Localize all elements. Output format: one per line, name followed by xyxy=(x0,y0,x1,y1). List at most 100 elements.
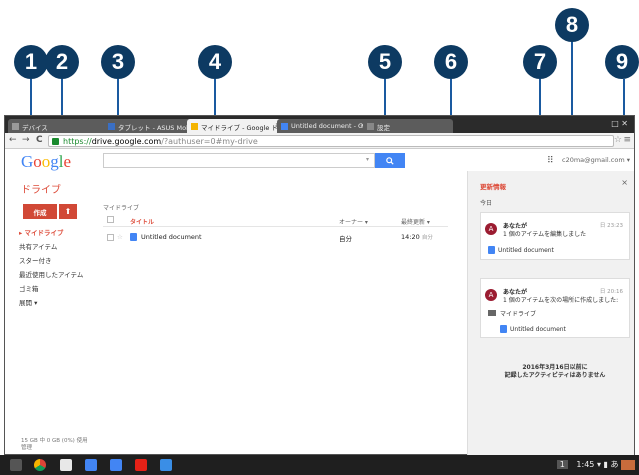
browser-window: デバイス × タブレット - ASUS Mobi × マイドライブ - Goog… xyxy=(4,115,635,455)
url-scheme: https:// xyxy=(63,137,92,146)
sidebar-item-recent[interactable]: 最近使用したアイテム xyxy=(15,268,105,282)
youtube-icon[interactable] xyxy=(135,459,147,471)
file-owner: 自分 xyxy=(339,235,352,243)
storage-usage: 15 GB 中 0 GB (0%) 使用 xyxy=(21,438,88,444)
callout-8: 8 xyxy=(555,8,589,42)
callout-3: 3 xyxy=(101,45,135,79)
document-icon xyxy=(130,233,137,241)
column-owner[interactable]: オーナー ▾ xyxy=(339,217,368,226)
tab-my-drive[interactable]: マイドライブ - Google ド × xyxy=(187,119,284,133)
system-tray[interactable]: 1 1:45 ▾ ▮ あ xyxy=(556,459,635,470)
storage-manage-link[interactable]: 管理 xyxy=(21,445,88,452)
callout-7: 7 xyxy=(523,45,557,79)
breadcrumb[interactable]: マイドライブ xyxy=(103,203,139,212)
callout-2: 2 xyxy=(45,45,79,79)
back-icon[interactable]: ← xyxy=(9,135,17,145)
callout-1: 1 xyxy=(14,45,48,79)
avatar: A xyxy=(485,289,497,301)
activity-file[interactable]: Untitled document xyxy=(498,247,554,254)
google-logo: Google xyxy=(21,152,72,171)
column-title[interactable]: タイトル xyxy=(130,217,154,226)
activity-folder[interactable]: マイドライブ xyxy=(500,309,536,318)
close-icon[interactable]: × xyxy=(621,178,628,187)
tab-settings[interactable]: 設定 xyxy=(363,119,453,133)
sidebar-item-more[interactable]: 展開 ▾ xyxy=(15,296,105,310)
docs-icon[interactable] xyxy=(110,459,122,471)
apps-grid-icon[interactable]: ⠿ xyxy=(547,156,554,166)
avatar: A xyxy=(485,223,497,235)
select-all-checkbox[interactable] xyxy=(107,216,114,223)
tab-label: 設定 xyxy=(377,124,390,132)
browser-toolbar: ← → C https://drive.google.com/?authuser… xyxy=(5,133,634,149)
window-controls[interactable]: □ ✕ xyxy=(611,119,628,128)
clock: 1:45 xyxy=(576,460,595,469)
folder-icon xyxy=(488,310,496,316)
taskbar: 1 1:45 ▾ ▮ あ xyxy=(0,455,639,475)
sidebar-item-my-drive[interactable]: ▸ マイドライブ xyxy=(15,226,105,240)
asus-tab-icon xyxy=(108,123,115,130)
url-host: drive.google.com xyxy=(91,137,162,146)
browser-menu-icon[interactable]: ≡ xyxy=(623,135,631,145)
star-icon[interactable]: ☆ xyxy=(117,233,123,241)
activity-time: 日 20:16 xyxy=(599,289,623,295)
upload-button[interactable]: ⬆ xyxy=(59,204,77,219)
panel-title: 更新情報 xyxy=(480,183,506,191)
column-modified[interactable]: 最終更新 ▾ xyxy=(401,217,430,226)
address-bar[interactable]: https://drive.google.com/?authuser=0#my-… xyxy=(48,135,614,147)
sidebar-item-trash[interactable]: ゴミ箱 xyxy=(15,282,105,296)
files-icon[interactable] xyxy=(160,459,172,471)
callout-4: 4 xyxy=(198,45,232,79)
activity-card[interactable]: A あなたが 1 個のアイテムを次の場所に作成しました: 日 20:16 マイド… xyxy=(480,278,630,338)
file-modified-by: 自分 xyxy=(421,235,433,241)
notification-badge[interactable]: 1 xyxy=(556,460,568,469)
activity-action: 1 個のアイテムを次の場所に作成しました: xyxy=(503,297,619,304)
bookmark-star-icon[interactable]: ☆ xyxy=(614,135,622,145)
drive-title: ドライブ xyxy=(21,185,61,196)
forward-icon[interactable]: → xyxy=(22,135,30,145)
tab-label: マイドライブ - Google ド xyxy=(201,124,278,132)
callout-6: 6 xyxy=(434,45,468,79)
url-path: /?authuser=0#my-drive xyxy=(161,137,258,146)
gmail-icon[interactable] xyxy=(60,459,72,471)
create-button[interactable]: 作成 xyxy=(23,204,57,219)
search-button[interactable] xyxy=(375,153,405,168)
activity-file[interactable]: Untitled document xyxy=(510,326,566,333)
tab-label: タブレット - ASUS Mobi xyxy=(118,124,193,132)
sidebar-item-starred[interactable]: スター付き xyxy=(15,254,105,268)
launcher-icon[interactable] xyxy=(10,459,22,471)
google-search-icon[interactable] xyxy=(85,459,97,471)
tab-untitled-document[interactable]: Untitled document - Go × xyxy=(277,119,369,133)
file-modified-time: 14:20 xyxy=(401,233,420,241)
file-list-header: タイトル オーナー ▾ 最終更新 ▾ xyxy=(103,213,448,227)
no-activity-message: 2016年3月16日以前に 記録したアクティビティはありません xyxy=(480,364,630,380)
screenshot: 1 2 3 4 5 6 7 8 9 10 デバイス × タブレット - ASUS… xyxy=(0,0,639,475)
search-options-chevron-icon[interactable]: ▾ xyxy=(366,156,369,163)
file-title[interactable]: Untitled document xyxy=(141,233,202,241)
activity-panel: 更新情報 × 今日 A あなたが 1 個のアイテムを編集しました 日 23:23… xyxy=(467,171,634,455)
no-activity-line: 2016年3月16日以前に xyxy=(522,364,588,371)
document-icon xyxy=(488,246,495,254)
activity-time: 日 23:23 xyxy=(599,223,623,229)
devices-tab-icon xyxy=(12,123,19,130)
row-checkbox[interactable] xyxy=(107,234,114,241)
chrome-icon[interactable] xyxy=(34,459,46,471)
storage-info: 15 GB 中 0 GB (0%) 使用 管理 xyxy=(21,438,88,452)
user-avatar[interactable] xyxy=(621,459,635,470)
table-row[interactable]: ☆ Untitled document 自分 14:20 自分 xyxy=(103,229,448,246)
lock-icon xyxy=(52,138,59,145)
activity-card[interactable]: A あなたが 1 個のアイテムを編集しました 日 23:23 Untitled … xyxy=(480,212,630,260)
reload-icon[interactable]: C xyxy=(36,135,43,145)
drive-tab-icon xyxy=(191,123,198,130)
column-owner-label: オーナー xyxy=(339,219,364,226)
sidebar-item-shared[interactable]: 共有アイテム xyxy=(15,240,105,254)
tab-label: Untitled document - Go xyxy=(291,122,368,130)
callout-5: 5 xyxy=(368,45,402,79)
tab-label: デバイス xyxy=(22,124,48,132)
tab-strip: デバイス × タブレット - ASUS Mobi × マイドライブ - Goog… xyxy=(5,116,634,133)
tray-status-icons: ▾ ▮ あ xyxy=(596,460,619,469)
sidebar-item-label: マイドライブ xyxy=(24,229,64,237)
drive-search-input[interactable]: ▾ xyxy=(103,153,375,168)
docs-tab-icon xyxy=(281,123,288,130)
sidebar: ▸ マイドライブ 共有アイテム スター付き 最近使用したアイテム ゴミ箱 展開 … xyxy=(15,226,105,310)
account-menu[interactable]: c20ma@gmail.com ▾ xyxy=(562,156,630,164)
